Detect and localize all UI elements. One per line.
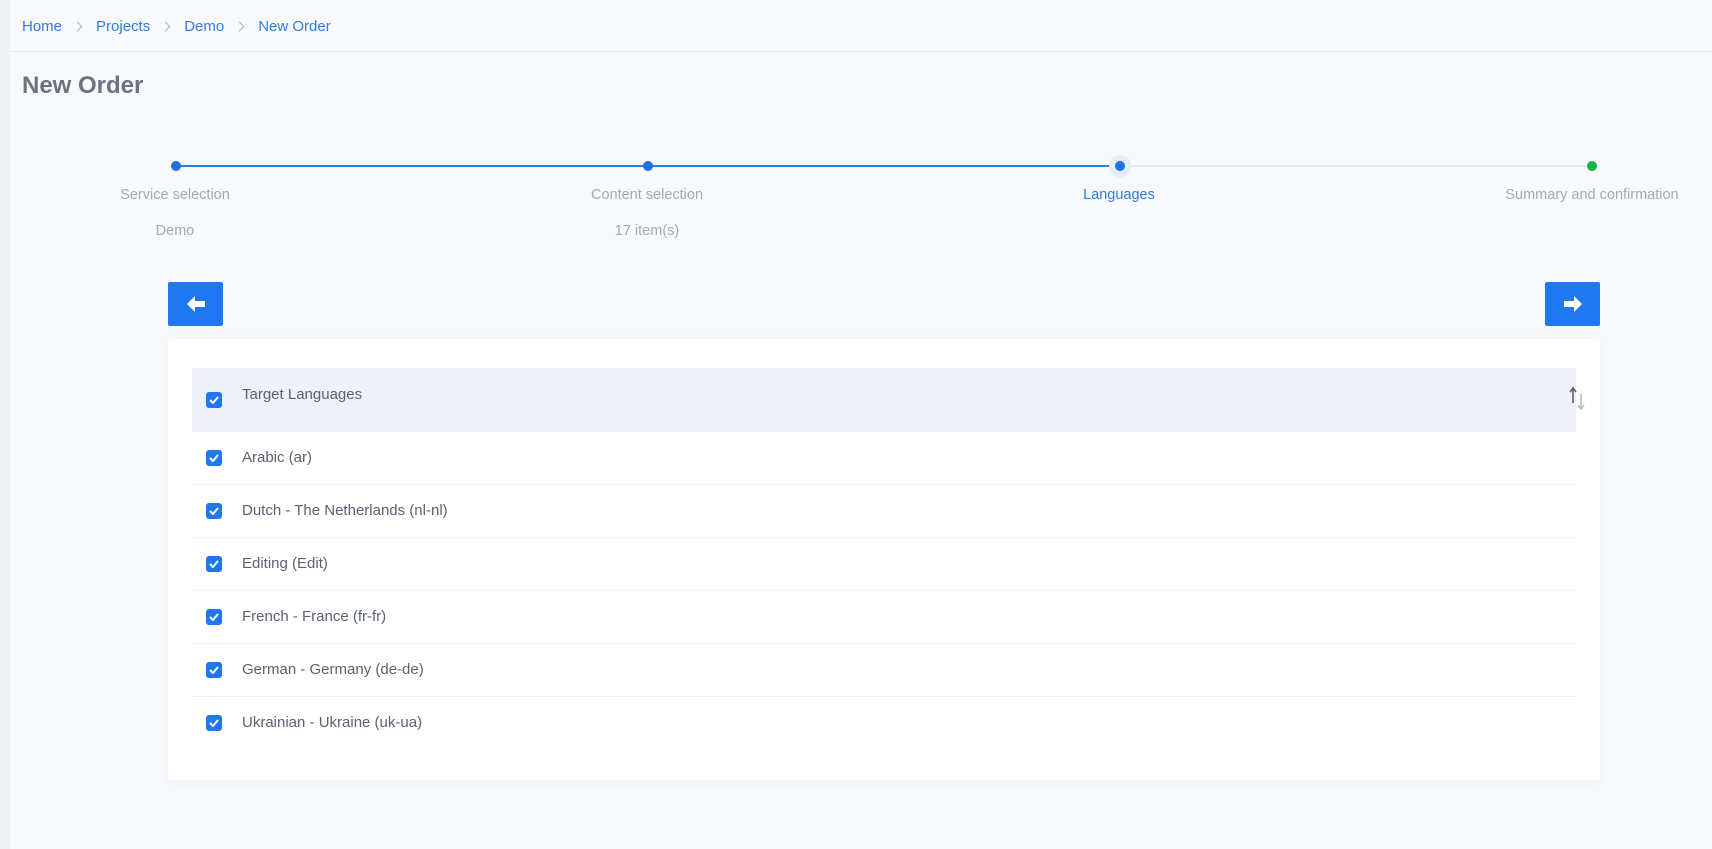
row-checkbox[interactable]: [206, 556, 222, 572]
breadcrumb-demo[interactable]: Demo: [184, 18, 224, 35]
row-checkbox[interactable]: [206, 609, 222, 625]
order-stepper: Service selection Content selection Lang…: [0, 150, 1712, 240]
check-icon: [209, 454, 219, 462]
languages-card: Target Languages Arabic (ar) Dutch - The…: [168, 339, 1600, 780]
breadcrumb-new-order[interactable]: New Order: [258, 18, 331, 35]
table-row[interactable]: Dutch - The Netherlands (nl-nl): [192, 485, 1576, 538]
language-label: Editing (Edit): [242, 555, 328, 572]
breadcrumb-projects[interactable]: Projects: [96, 18, 150, 35]
language-label: German - Germany (de-de): [242, 661, 424, 678]
arrow-right-icon: [1563, 296, 1582, 312]
table-row[interactable]: Ukrainian - Ukraine (uk-ua): [192, 697, 1576, 750]
check-icon: [209, 396, 219, 404]
check-icon: [209, 560, 219, 568]
chevron-right-icon: [160, 21, 171, 31]
check-icon: [209, 719, 219, 727]
language-label: Dutch - The Netherlands (nl-nl): [242, 502, 448, 519]
row-checkbox[interactable]: [206, 715, 222, 731]
stepper-track-pending: [1125, 165, 1588, 167]
table-row[interactable]: German - Germany (de-de): [192, 644, 1576, 697]
check-icon: [209, 613, 219, 621]
step-label-service-selection[interactable]: Service selection: [55, 187, 295, 203]
stepper-track-complete: [652, 165, 1119, 167]
step-sub-content-selection: 17 item(s): [614, 223, 680, 239]
language-label: French - France (fr-fr): [242, 608, 387, 625]
column-header-target-languages[interactable]: Target Languages: [242, 386, 362, 403]
table-header: Target Languages: [192, 368, 1585, 432]
table-row[interactable]: French - France (fr-fr): [192, 591, 1576, 644]
language-label: Arabic (ar): [242, 449, 313, 466]
step-sub-service-selection: Demo: [155, 223, 195, 239]
chevron-right-icon: [72, 21, 83, 31]
arrow-left-icon: [186, 296, 205, 312]
step-dot-summary: [1587, 161, 1597, 171]
sort-icon[interactable]: [1566, 385, 1588, 411]
row-checkbox[interactable]: [206, 662, 222, 678]
table-row[interactable]: Editing (Edit): [192, 538, 1576, 591]
check-icon: [209, 507, 219, 515]
step-dot-service-selection: [171, 161, 181, 171]
table-row[interactable]: Arabic (ar): [192, 432, 1576, 485]
breadcrumb: Home Projects Demo New Order: [22, 14, 331, 38]
next-button[interactable]: [1545, 282, 1600, 326]
check-icon: [209, 666, 219, 674]
row-checkbox[interactable]: [206, 503, 222, 519]
sidebar-edge: [0, 0, 10, 849]
chevron-right-icon: [234, 21, 245, 31]
select-all-checkbox[interactable]: [206, 392, 222, 408]
step-label-languages[interactable]: Languages: [999, 187, 1239, 203]
stepper-track-complete: [180, 165, 648, 167]
step-label-content-selection[interactable]: Content selection: [527, 187, 767, 203]
row-checkbox[interactable]: [206, 450, 222, 466]
step-dot-languages: [1115, 161, 1125, 171]
language-label: Ukrainian - Ukraine (uk-ua): [242, 714, 423, 731]
step-dot-content-selection: [643, 161, 653, 171]
breadcrumb-home[interactable]: Home: [22, 18, 62, 35]
step-label-summary[interactable]: Summary and confirmation: [1472, 187, 1712, 203]
page-title: New Order: [22, 72, 144, 99]
back-button[interactable]: [168, 282, 223, 326]
header-divider: [10, 51, 1712, 52]
